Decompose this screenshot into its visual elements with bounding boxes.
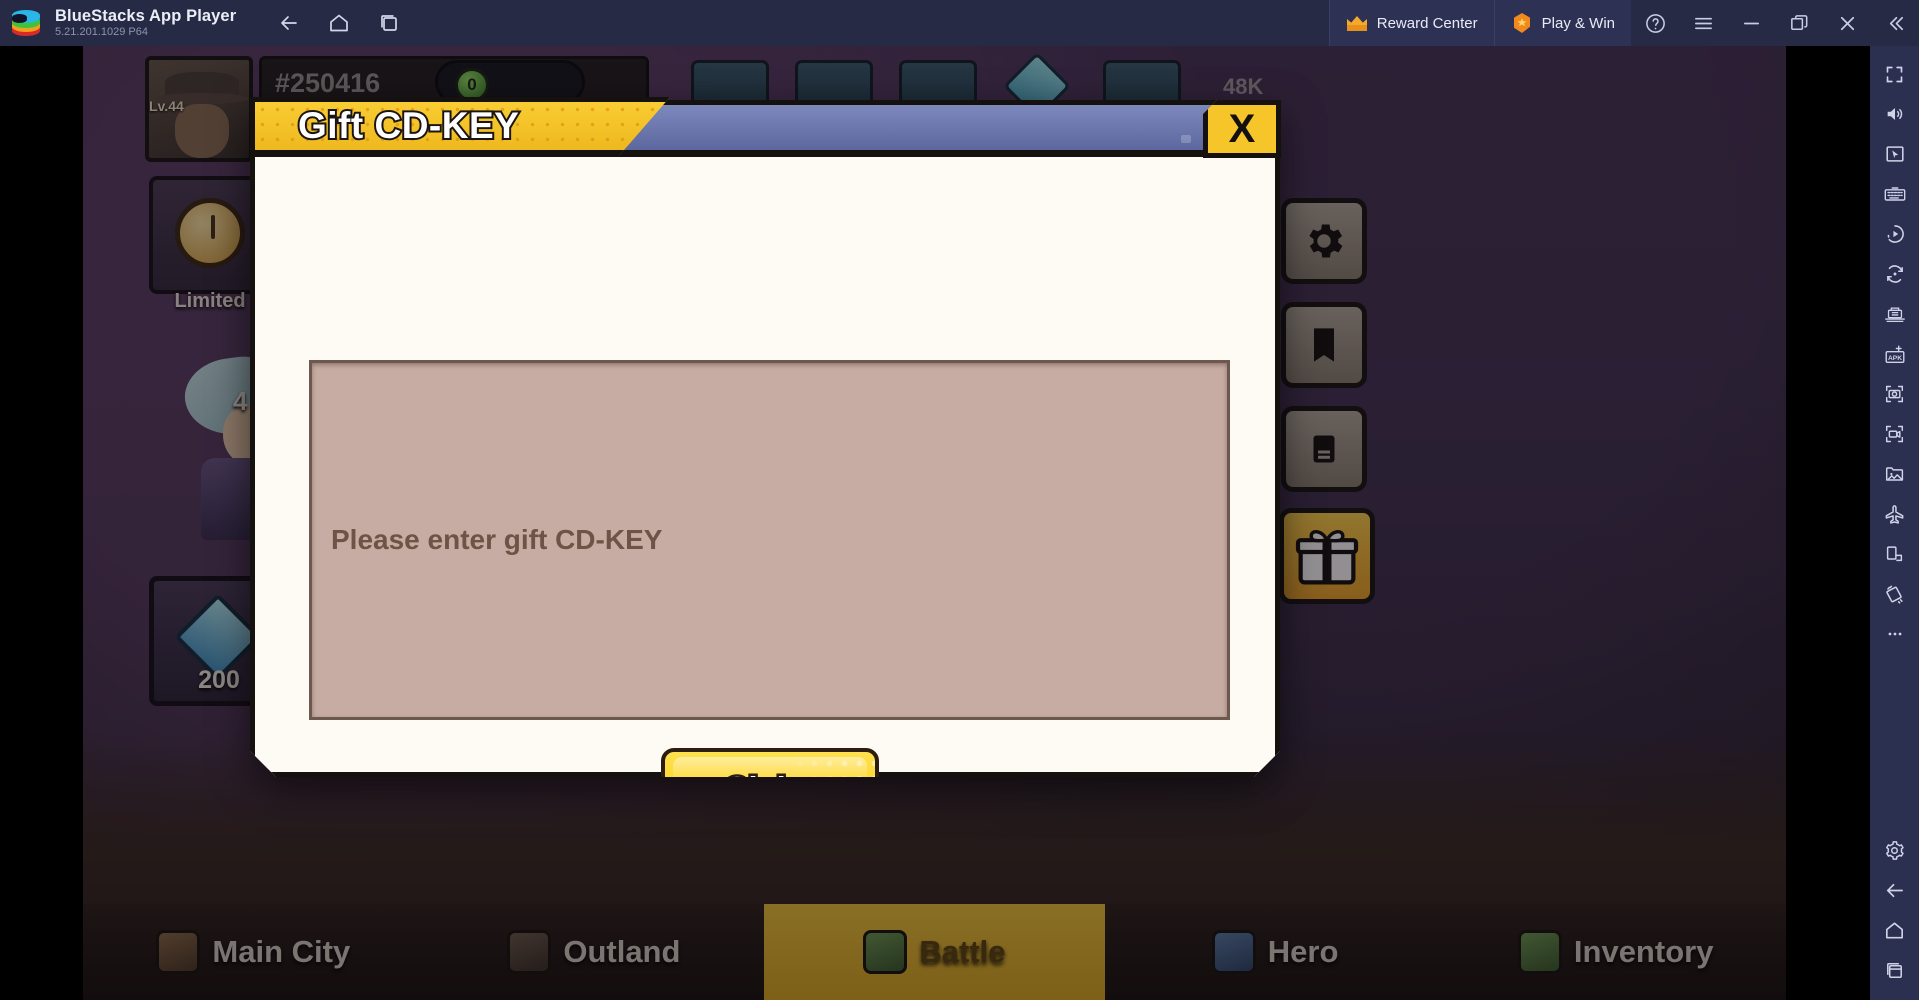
hamburger-menu-icon: [1694, 17, 1712, 29]
dialog-header: Gift CD-KEY X: [250, 97, 1281, 158]
gear-icon: [1885, 840, 1904, 860]
sidebar-more-options[interactable]: [1875, 614, 1915, 654]
macro-play-icon: [1887, 225, 1904, 243]
header-shine-2: [1181, 135, 1191, 143]
minimize-icon: [1743, 22, 1759, 24]
maximize-button[interactable]: [1775, 0, 1823, 46]
speaker-volume-icon: [1887, 108, 1902, 120]
recent-apps-icon: [381, 15, 398, 31]
minimize-button[interactable]: [1727, 0, 1775, 46]
video-camera-icon: [1885, 425, 1904, 443]
window-titlebar: BlueStacks App Player 5.21.201.1029 P64 …: [0, 0, 1919, 46]
sidebar-media-manager[interactable]: [1875, 454, 1915, 494]
menu-button[interactable]: [1679, 0, 1727, 46]
camera-icon: [1885, 385, 1904, 403]
sidebar-keyboard-controls[interactable]: [1875, 174, 1915, 214]
sidebar-fullscreen[interactable]: [1875, 54, 1915, 94]
crown-icon: [1346, 15, 1368, 32]
titlebar-home-button[interactable]: [322, 6, 356, 40]
media-gallery-icon: [1885, 467, 1904, 481]
arrow-left-icon: [281, 16, 298, 30]
apk-install-icon: APK: [1885, 345, 1904, 363]
multi-instance-icon: [1884, 307, 1905, 323]
dialog-title: Gift CD-KEY: [296, 103, 521, 148]
reward-center-label: Reward Center: [1376, 14, 1478, 32]
sidebar-tilt-control[interactable]: [1875, 574, 1915, 614]
close-x-icon: [1840, 16, 1854, 30]
cdkey-placeholder: Please enter gift CD-KEY: [331, 524, 663, 555]
recent-apps-icon: [1887, 962, 1902, 978]
play-and-win-button[interactable]: Play & Win: [1493, 0, 1631, 46]
tilt-device-icon: [1886, 584, 1903, 604]
titlebar-back-button[interactable]: [272, 6, 306, 40]
bluestacks-logo-icon: [12, 8, 42, 38]
dialog-close-button[interactable]: X: [1203, 100, 1281, 158]
fullscreen-icon: [1886, 66, 1903, 82]
titlebar-nav-group: [272, 6, 406, 40]
home-icon: [1886, 921, 1903, 939]
sidebar-settings[interactable]: [1875, 830, 1915, 870]
sidebar-multi-instance[interactable]: [1875, 294, 1915, 334]
sidebar-bottom-group: [1875, 830, 1915, 1000]
sidebar-home[interactable]: [1875, 910, 1915, 950]
hex-star-icon: [1511, 12, 1533, 34]
left-letterbox: [0, 46, 83, 1000]
sidebar-game-controls[interactable]: [1875, 134, 1915, 174]
collapse-sidebar-button[interactable]: [1871, 0, 1919, 46]
sidebar-macro-recorder[interactable]: [1875, 214, 1915, 254]
keyboard-icon: [1884, 187, 1905, 201]
chevron-double-left-icon: [1889, 16, 1903, 30]
bluestacks-sidebar: APK: [1870, 46, 1919, 1000]
sidebar-record-screen[interactable]: [1875, 414, 1915, 454]
app-title-block: BlueStacks App Player 5.21.201.1029 P64: [55, 6, 237, 39]
gift-cdkey-dialog: Please enter gift CD-KEY Claim Gift CD-K…: [250, 97, 1281, 777]
app-name: BlueStacks App Player: [55, 6, 237, 25]
window-controls-group: [1631, 0, 1919, 46]
sidebar-recent-apps[interactable]: [1875, 950, 1915, 990]
close-x-icon: X: [1228, 107, 1256, 151]
sidebar-eco-mode[interactable]: [1875, 494, 1915, 534]
sidebar-screenshot[interactable]: [1875, 374, 1915, 414]
sidebar-install-apk[interactable]: APK: [1875, 334, 1915, 374]
sidebar-back[interactable]: [1875, 870, 1915, 910]
cdkey-input[interactable]: Please enter gift CD-KEY: [309, 360, 1230, 720]
restore-window-icon: [1790, 14, 1807, 30]
arrow-left-icon: [1886, 883, 1903, 897]
right-letterbox: [1786, 46, 1870, 1000]
reward-center-button[interactable]: Reward Center: [1328, 0, 1494, 46]
ellipsis-icon: [1888, 632, 1901, 636]
help-circle-icon: [1645, 13, 1665, 33]
svg-text:APK: APK: [1888, 354, 1902, 361]
dialog-body: Please enter gift CD-KEY Claim: [250, 152, 1280, 777]
close-button[interactable]: [1823, 0, 1871, 46]
sync-rotate-icon: [1886, 265, 1903, 283]
play-and-win-label: Play & Win: [1541, 14, 1615, 32]
sidebar-sync-operations[interactable]: [1875, 254, 1915, 294]
sidebar-device-profile[interactable]: [1875, 534, 1915, 574]
cursor-pointer-icon: [1885, 146, 1904, 162]
titlebar-recents-button[interactable]: [372, 6, 406, 40]
app-version: 5.21.201.1029 P64: [55, 25, 148, 38]
airplane-icon: [1885, 504, 1904, 524]
home-icon: [330, 14, 349, 32]
header-banner: [580, 100, 1280, 155]
sidebar-volume[interactable]: [1875, 94, 1915, 134]
help-button[interactable]: [1631, 0, 1679, 46]
device-phone-icon: [1886, 546, 1903, 562]
